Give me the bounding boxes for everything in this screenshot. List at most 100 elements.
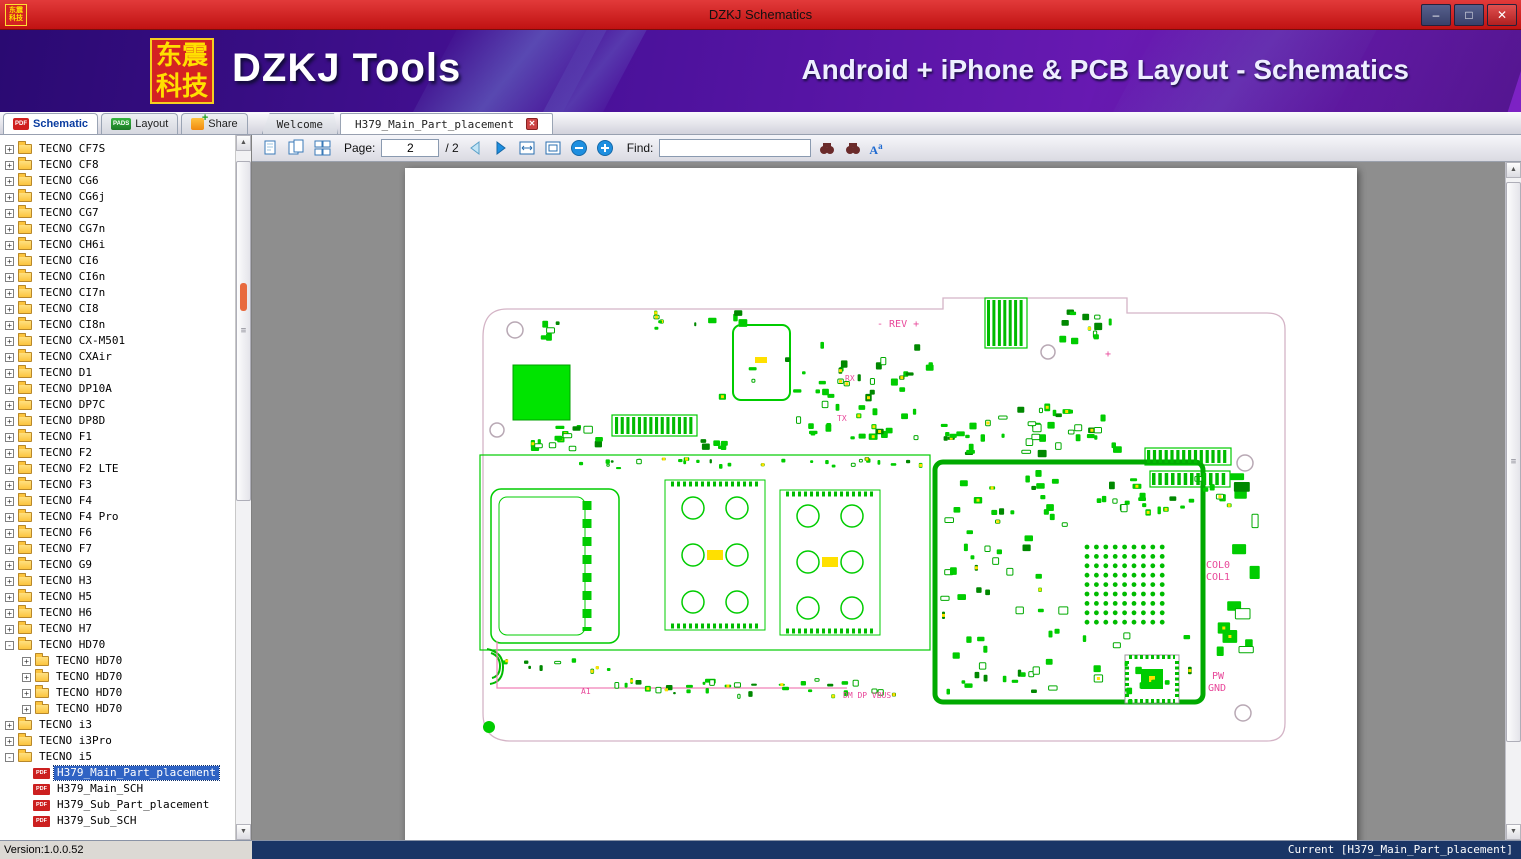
expand-icon[interactable]: + <box>5 480 14 490</box>
maximize-button[interactable]: □ <box>1454 4 1484 26</box>
collapse-icon[interactable]: - <box>5 752 14 762</box>
collapse-icon[interactable]: - <box>5 640 14 650</box>
tab-share[interactable]: Share <box>181 113 248 134</box>
tree-item-folder[interactable]: + TECNO DP7C <box>0 397 235 413</box>
find-previous-button[interactable] <box>817 138 837 158</box>
minimize-button[interactable]: – <box>1421 4 1451 26</box>
previous-page-button[interactable] <box>465 138 485 158</box>
expand-icon[interactable]: + <box>22 672 31 682</box>
tree-item-folder[interactable]: + TECNO H7 <box>0 621 235 637</box>
tree-item-folder[interactable]: + TECNO F2 LTE <box>0 461 235 477</box>
expand-icon[interactable]: + <box>5 256 14 266</box>
expand-icon[interactable]: + <box>22 656 31 666</box>
scroll-down-icon[interactable]: ▼ <box>1506 824 1521 840</box>
scroll-up-icon[interactable]: ▲ <box>1506 162 1521 178</box>
tree-item-folder[interactable]: + TECNO CF7S <box>0 141 235 157</box>
tree-item-document[interactable]: PDF H379_Sub_Part_placement <box>0 797 235 813</box>
tab-welcome[interactable]: Welcome <box>262 113 338 134</box>
expand-icon[interactable]: + <box>5 400 14 410</box>
fit-width-button[interactable] <box>517 138 537 158</box>
expand-icon[interactable]: + <box>5 464 14 474</box>
tree-item-folder[interactable]: + TECNO DP8D <box>0 413 235 429</box>
tree-item-folder[interactable]: + TECNO F4 <box>0 493 235 509</box>
tree-item-document[interactable]: PDF H379_Main_Part_placement <box>0 765 235 781</box>
tree-item-folder[interactable]: + TECNO i3 <box>0 717 235 733</box>
expand-icon[interactable]: + <box>5 592 14 602</box>
match-case-icon[interactable]: Aa <box>869 137 882 159</box>
tab-schematic[interactable]: PDF Schematic <box>3 113 99 134</box>
expand-icon[interactable]: + <box>5 448 14 458</box>
tree-item-folder[interactable]: + TECNO F7 <box>0 541 235 557</box>
close-button[interactable]: ✕ <box>1487 4 1517 26</box>
scroll-down-icon[interactable]: ▼ <box>236 824 251 840</box>
tree-item-folder[interactable]: + TECNO HD70 <box>0 653 235 669</box>
tree-item-folder[interactable]: + TECNO CI6n <box>0 269 235 285</box>
tree-item-folder[interactable]: + TECNO G9 <box>0 557 235 573</box>
scrollbar-thumb[interactable]: ≡ <box>1506 182 1521 742</box>
tree-item-document[interactable]: PDF H379_Sub_SCH <box>0 813 235 829</box>
tab-close-icon[interactable]: ✕ <box>525 118 538 130</box>
tree-item-folder[interactable]: + TECNO F3 <box>0 477 235 493</box>
expand-icon[interactable]: + <box>22 704 31 714</box>
tree-item-folder[interactable]: + TECNO CX-M501 <box>0 333 235 349</box>
expand-icon[interactable]: + <box>5 272 14 282</box>
tree-item-folder[interactable]: + TECNO H5 <box>0 589 235 605</box>
tree-item-folder[interactable]: + TECNO F1 <box>0 429 235 445</box>
tree-item-folder[interactable]: + TECNO HD70 <box>0 701 235 717</box>
expand-icon[interactable]: + <box>22 688 31 698</box>
tree-item-folder[interactable]: + TECNO CI8n <box>0 317 235 333</box>
scroll-up-icon[interactable]: ▲ <box>236 135 251 151</box>
expand-icon[interactable]: + <box>5 352 14 362</box>
tree-item-folder[interactable]: + TECNO HD70 <box>0 669 235 685</box>
expand-icon[interactable]: + <box>5 512 14 522</box>
tree-item-folder[interactable]: + TECNO F2 <box>0 445 235 461</box>
zoom-out-button[interactable] <box>569 138 589 158</box>
page-input[interactable] <box>381 139 440 157</box>
expand-icon[interactable]: + <box>5 192 14 202</box>
expand-icon[interactable]: + <box>5 384 14 394</box>
tree-item-folder[interactable]: + TECNO CXAir <box>0 349 235 365</box>
expand-icon[interactable]: + <box>5 608 14 618</box>
find-input[interactable] <box>659 139 812 157</box>
tree-item-folder[interactable]: + TECNO F6 <box>0 525 235 541</box>
expand-icon[interactable]: + <box>5 160 14 170</box>
tree-item-folder[interactable]: + TECNO CF8 <box>0 157 235 173</box>
sidebar-scrollbar[interactable]: ▲ ≡ ▼ <box>235 135 251 840</box>
two-page-view-button[interactable] <box>286 138 306 158</box>
tree-item-folder[interactable]: + TECNO CH6i <box>0 237 235 253</box>
tree-item-folder[interactable]: + TECNO CG6j <box>0 189 235 205</box>
expand-icon[interactable]: + <box>5 304 14 314</box>
expand-icon[interactable]: + <box>5 240 14 250</box>
expand-icon[interactable]: + <box>5 736 14 746</box>
pdf-viewport[interactable]: - REV + + RX TX COL0 COL1 PW GND DM DP V… <box>252 162 1505 840</box>
pdf-scrollbar[interactable]: ▲ ≡ ▼ <box>1505 162 1521 840</box>
expand-icon[interactable]: + <box>5 336 14 346</box>
tree-item-folder[interactable]: - TECNO i5 <box>0 749 235 765</box>
scrollbar-thumb[interactable]: ≡ <box>236 161 251 501</box>
expand-icon[interactable]: + <box>5 288 14 298</box>
tree-item-folder[interactable]: + TECNO CG7 <box>0 205 235 221</box>
expand-icon[interactable]: + <box>5 224 14 234</box>
expand-icon[interactable]: + <box>5 720 14 730</box>
multi-page-view-button[interactable] <box>312 138 332 158</box>
expand-icon[interactable]: + <box>5 528 14 538</box>
tree-item-folder[interactable]: + TECNO i3Pro <box>0 733 235 749</box>
single-page-view-button[interactable] <box>260 138 280 158</box>
expand-icon[interactable]: + <box>5 432 14 442</box>
expand-icon[interactable]: + <box>5 496 14 506</box>
expand-icon[interactable]: + <box>5 560 14 570</box>
expand-icon[interactable]: + <box>5 176 14 186</box>
expand-icon[interactable]: + <box>5 544 14 554</box>
tree-item-folder[interactable]: + TECNO DP10A <box>0 381 235 397</box>
tree-item-folder[interactable]: + TECNO H3 <box>0 573 235 589</box>
expand-icon[interactable]: + <box>5 368 14 378</box>
tree-item-folder[interactable]: + TECNO CI6 <box>0 253 235 269</box>
tree-item-folder[interactable]: + TECNO H6 <box>0 605 235 621</box>
tree-item-folder[interactable]: + TECNO D1 <box>0 365 235 381</box>
tree-item-folder[interactable]: - TECNO HD70 <box>0 637 235 653</box>
tab-document[interactable]: H379_Main_Part_placement ✕ <box>340 113 553 134</box>
expand-icon[interactable]: + <box>5 576 14 586</box>
find-next-button[interactable] <box>843 138 863 158</box>
fit-page-button[interactable] <box>543 138 563 158</box>
tree-item-document[interactable]: PDF H379_Main_SCH <box>0 781 235 797</box>
